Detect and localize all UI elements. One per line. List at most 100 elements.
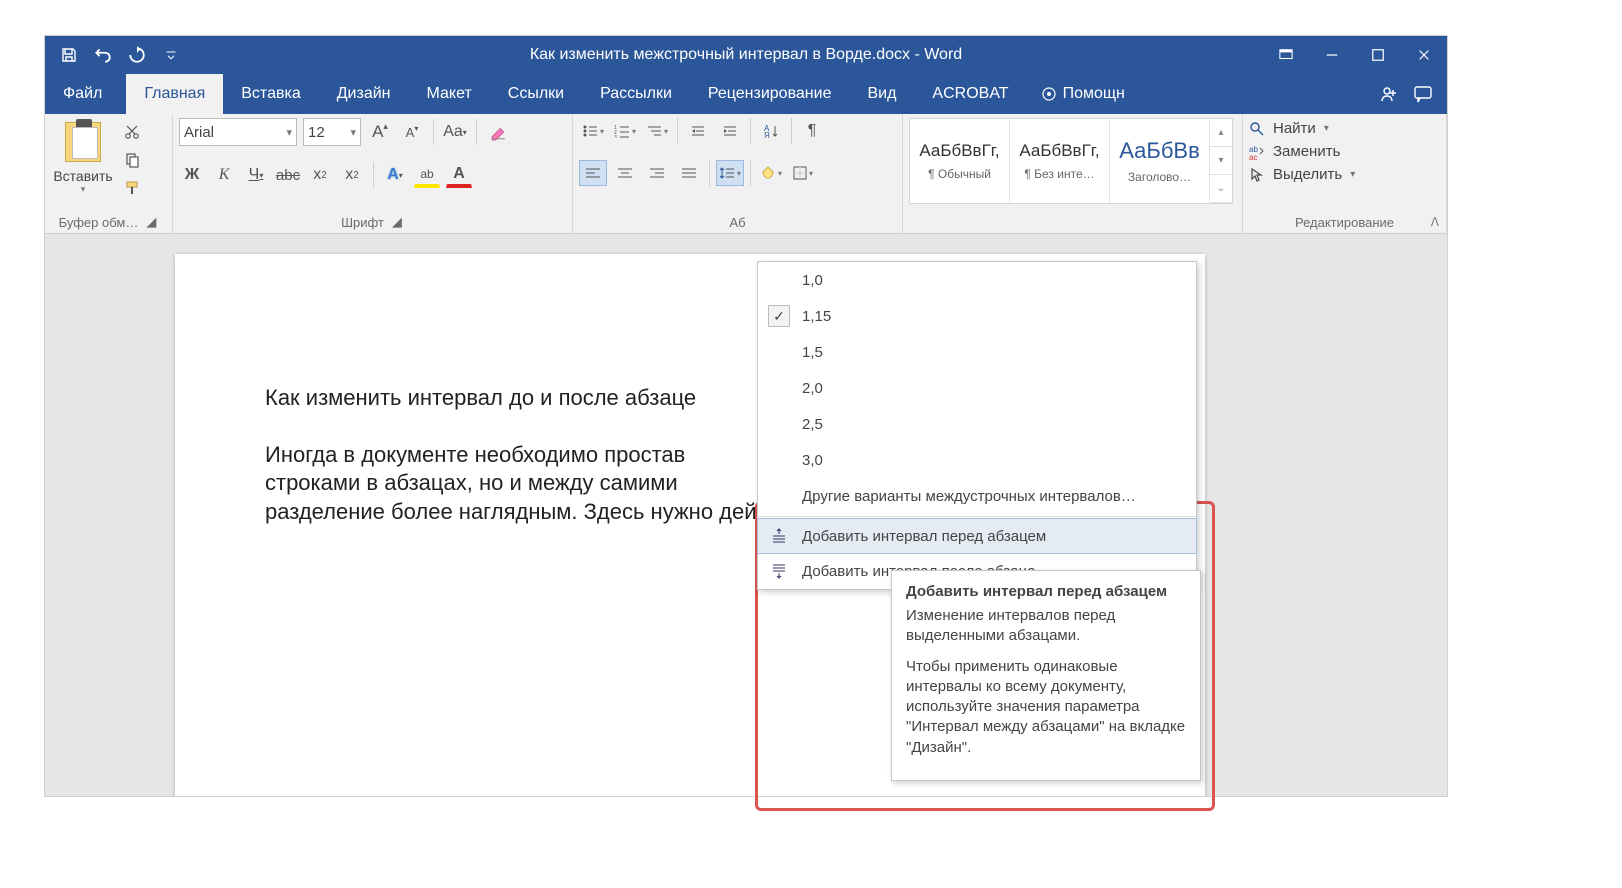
select-button[interactable]: Выделить▾ [1249, 166, 1355, 183]
cut-icon[interactable] [121, 122, 143, 142]
paste-button[interactable]: Вставить ▾ [51, 118, 115, 195]
tab-design[interactable]: Дизайн [319, 74, 409, 114]
doc-line3: разделение более наглядным. Здесь нужно … [265, 499, 813, 524]
style-heading1[interactable]: АаБбВвЗаголово… [1110, 119, 1210, 203]
bullets-icon[interactable] [579, 118, 607, 144]
group-paragraph-label: Аб [729, 215, 745, 230]
increase-font-icon[interactable]: A▴ [367, 119, 393, 145]
line-spacing-option[interactable]: 3,0 [758, 442, 1196, 478]
font-name-combo[interactable]: Arial▾ [179, 118, 297, 146]
font-color-icon[interactable]: A [446, 162, 472, 188]
qat-customize-icon[interactable] [159, 43, 183, 67]
line-spacing-option[interactable]: 1,0 [758, 262, 1196, 298]
shading-icon[interactable] [757, 160, 785, 186]
highlight-icon[interactable]: ab [414, 162, 440, 188]
group-font-label: Шрифт [341, 215, 384, 230]
strikethrough-button[interactable]: abc [275, 162, 301, 188]
tab-insert[interactable]: Вставка [223, 74, 318, 114]
tab-review[interactable]: Рецензирование [690, 74, 850, 114]
copy-icon[interactable] [121, 150, 143, 170]
clear-formatting-icon[interactable] [485, 119, 511, 145]
tab-references[interactable]: Ссылки [490, 74, 582, 114]
font-dialog-launcher-icon[interactable]: ◢ [390, 215, 404, 229]
tell-me[interactable]: Помощн [1027, 74, 1139, 114]
show-marks-icon[interactable]: ¶ [798, 118, 826, 144]
styles-gallery[interactable]: АаБбВвГг,¶ Обычный АаБбВвГг,¶ Без инте… … [909, 118, 1233, 204]
group-clipboard-label: Буфер обм… [59, 215, 139, 230]
document-title: Как изменить межстрочный интервал в Ворд… [530, 46, 962, 64]
comments-icon[interactable] [1413, 84, 1433, 104]
word-window: Как изменить межстрочный интервал в Ворд… [45, 36, 1447, 796]
tooltip: Добавить интервал перед абзацем Изменени… [891, 570, 1201, 781]
align-center-icon[interactable] [611, 160, 639, 186]
ribbon-tabs: Файл Главная Вставка Дизайн Макет Ссылки… [45, 74, 1447, 114]
tab-layout[interactable]: Макет [409, 74, 490, 114]
multilevel-list-icon[interactable] [643, 118, 671, 144]
font-size-combo[interactable]: 12▾ [303, 118, 361, 146]
add-space-before-paragraph[interactable]: Добавить интервал перед абзацем [757, 518, 1197, 554]
line-spacing-option[interactable]: 2,5 [758, 406, 1196, 442]
paste-label: Вставить [53, 168, 112, 184]
align-left-icon[interactable] [579, 160, 607, 186]
close-icon[interactable] [1401, 36, 1447, 74]
quick-access-toolbar [45, 43, 183, 67]
document-area: Как изменить интервал до и после абзаце … [45, 234, 1447, 796]
svg-text:3: 3 [614, 135, 617, 138]
clipboard-dialog-launcher-icon[interactable]: ◢ [144, 215, 158, 229]
align-right-icon[interactable] [643, 160, 671, 186]
numbering-icon[interactable]: 123 [611, 118, 639, 144]
tooltip-title: Добавить интервал перед абзацем [906, 583, 1186, 600]
font-size-value: 12 [308, 124, 325, 141]
redo-icon[interactable] [125, 43, 149, 67]
minimize-icon[interactable] [1309, 36, 1355, 74]
group-clipboard: Вставить ▾ Буфер обм… ◢ [45, 114, 173, 233]
tab-file[interactable]: Файл [45, 74, 126, 114]
collapse-ribbon-icon[interactable]: ᐱ [1431, 215, 1439, 229]
tab-mailings[interactable]: Рассылки [582, 74, 690, 114]
increase-indent-icon[interactable] [716, 118, 744, 144]
line-spacing-more-options[interactable]: Другие варианты междустрочных интервалов… [758, 478, 1196, 514]
maximize-icon[interactable] [1355, 36, 1401, 74]
italic-button[interactable]: К [211, 162, 237, 188]
change-case-icon[interactable]: Aa▾ [442, 119, 468, 145]
space-before-icon [768, 525, 790, 547]
save-icon[interactable] [57, 43, 81, 67]
check-icon: ✓ [768, 305, 790, 327]
styles-scroll[interactable]: ▴▾⌄ [1210, 119, 1232, 203]
share-icon[interactable] [1379, 84, 1399, 104]
sort-icon[interactable]: AЯ [757, 118, 785, 144]
ribbon-display-icon[interactable] [1263, 36, 1309, 74]
svg-text:Я: Я [764, 131, 770, 138]
format-painter-icon[interactable] [121, 178, 143, 198]
tooltip-desc2: Чтобы применить одинаковые интервалы ко … [906, 657, 1186, 758]
tab-view[interactable]: Вид [849, 74, 914, 114]
group-editing-label: Редактирование [1295, 215, 1394, 230]
line-spacing-button[interactable] [716, 160, 744, 186]
replace-button[interactable]: abacЗаменить [1249, 143, 1355, 160]
superscript-button[interactable]: x2 [339, 162, 365, 188]
decrease-indent-icon[interactable] [684, 118, 712, 144]
underline-button[interactable]: Ч▾ [243, 162, 269, 188]
style-normal[interactable]: АаБбВвГг,¶ Обычный [910, 119, 1010, 203]
font-name-value: Arial [184, 124, 214, 141]
borders-icon[interactable] [789, 160, 817, 186]
align-justify-icon[interactable] [675, 160, 703, 186]
line-spacing-option[interactable]: 2,0 [758, 370, 1196, 406]
style-no-spacing[interactable]: АаБбВвГг,¶ Без инте… [1010, 119, 1110, 203]
group-paragraph: 123 AЯ ¶ [573, 114, 903, 233]
line-spacing-menu: 1,0 ✓1,15 1,5 2,0 2,5 3,0 Другие вариант… [757, 261, 1197, 590]
text-effects-icon[interactable]: A▾ [382, 162, 408, 188]
line-spacing-option[interactable]: ✓1,15 [758, 298, 1196, 334]
tab-acrobat[interactable]: ACROBAT [914, 74, 1026, 114]
line-spacing-option[interactable]: 1,5 [758, 334, 1196, 370]
bold-button[interactable]: Ж [179, 162, 205, 188]
tell-me-label: Помощн [1063, 85, 1125, 103]
decrease-font-icon[interactable]: A▾ [399, 119, 425, 145]
svg-text:ac: ac [1249, 153, 1257, 160]
undo-icon[interactable] [91, 43, 115, 67]
tab-home[interactable]: Главная [126, 74, 223, 114]
titlebar: Как изменить межстрочный интервал в Ворд… [45, 36, 1447, 74]
subscript-button[interactable]: x2 [307, 162, 333, 188]
group-editing: Найти▾ abacЗаменить Выделить▾ Редактиров… [1243, 114, 1447, 233]
find-button[interactable]: Найти▾ [1249, 120, 1355, 137]
